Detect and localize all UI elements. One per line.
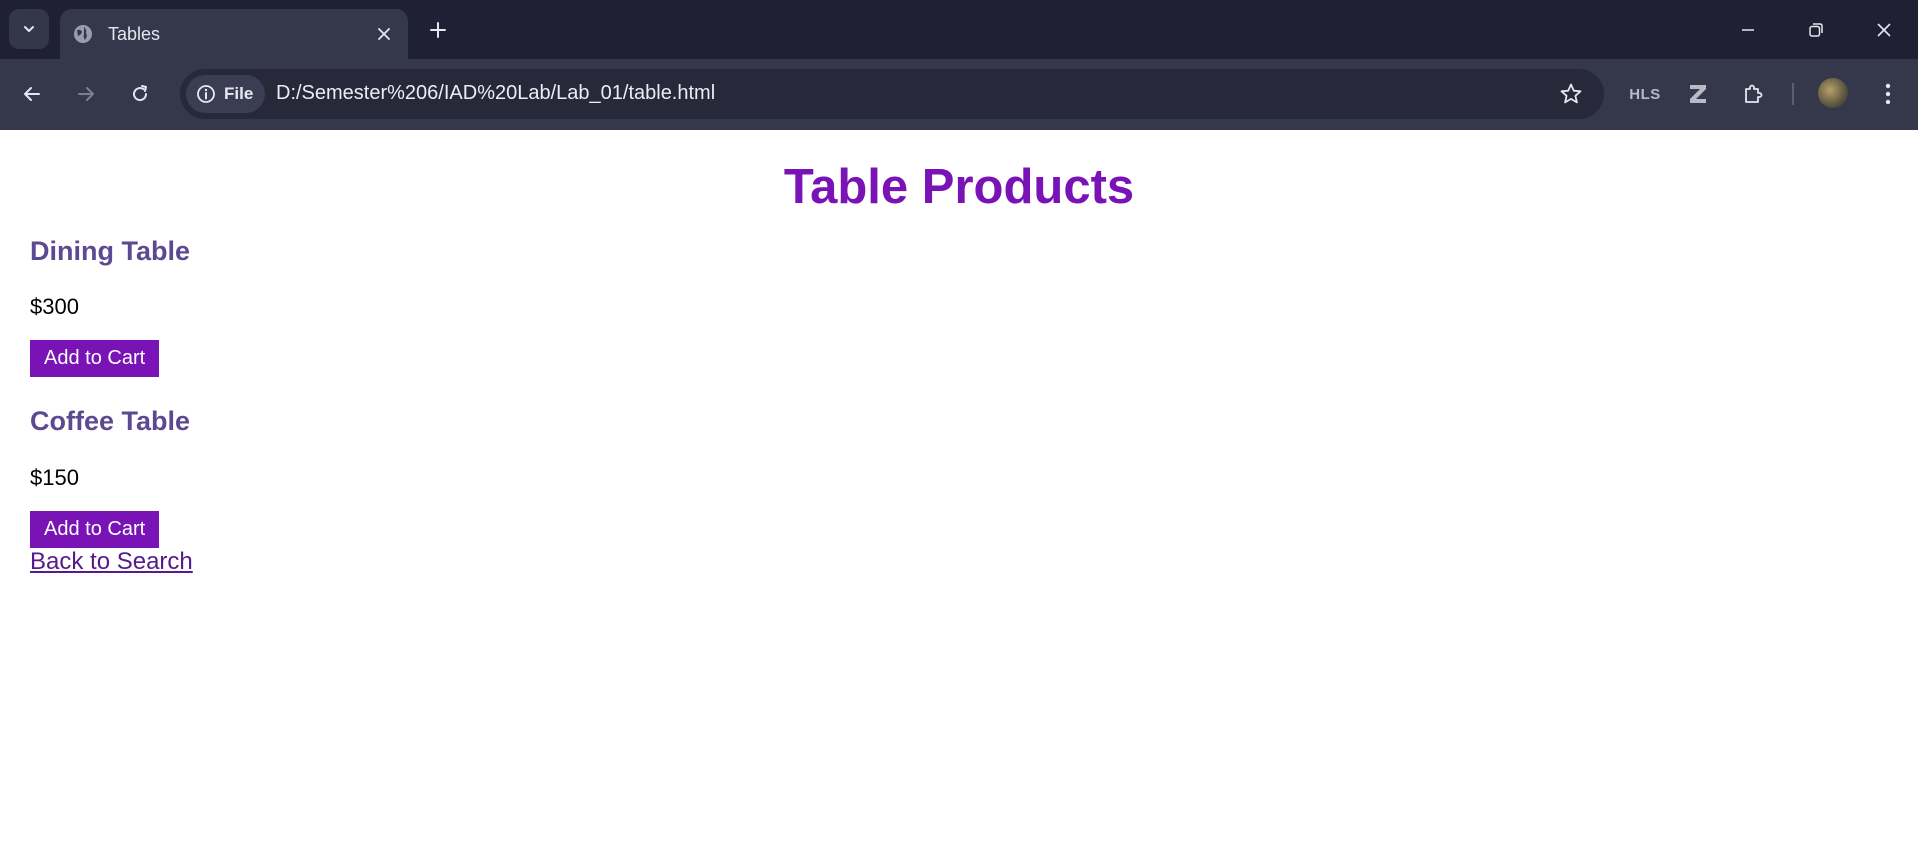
profile-avatar[interactable] — [1818, 78, 1848, 108]
back-to-search-link[interactable]: Back to Search — [30, 548, 193, 576]
info-icon — [197, 85, 215, 103]
product-name: Coffee Table — [30, 406, 191, 436]
address-bar[interactable]: File D:/Semester%206/IAD%20Lab/Lab_01/ta… — [180, 69, 1604, 119]
product-price: $150 — [30, 465, 79, 490]
url-text[interactable]: D:/Semester%206/IAD%20Lab/Lab_01/table.h… — [276, 82, 715, 105]
tab-title: Tables — [108, 23, 161, 44]
product-card-dining-table: Dining Table $300 Add to Cart — [30, 235, 1888, 377]
close-window-icon[interactable] — [1866, 12, 1902, 48]
product-card-coffee-table: Coffee Table $150 Add to Cart — [30, 405, 1888, 548]
minimize-icon[interactable] — [1730, 12, 1766, 48]
hls-extension-button[interactable]: HLS — [1627, 76, 1663, 112]
browser-toolbar: File D:/Semester%206/IAD%20Lab/Lab_01/ta… — [0, 59, 1918, 130]
hls-extension-label: HLS — [1629, 85, 1661, 103]
chevron-down-icon — [24, 26, 34, 32]
add-to-cart-button[interactable]: Add to Cart — [30, 511, 160, 548]
globe-icon — [72, 23, 94, 45]
site-info-chip[interactable]: File — [186, 75, 266, 113]
reload-icon[interactable] — [122, 76, 158, 112]
toolbar-separator — [1792, 83, 1794, 105]
close-tab-icon[interactable] — [372, 22, 396, 46]
product-price: $300 — [30, 294, 79, 319]
restore-icon[interactable] — [1798, 12, 1834, 48]
back-arrow-icon[interactable] — [14, 76, 50, 112]
tab-search-button[interactable] — [9, 9, 49, 49]
kebab-menu-icon[interactable] — [1870, 76, 1906, 112]
forward-arrow-icon[interactable] — [68, 76, 104, 112]
add-to-cart-button[interactable]: Add to Cart — [30, 340, 160, 377]
puzzle-extensions-icon[interactable] — [1735, 76, 1771, 112]
bookmark-star-icon[interactable] — [1558, 81, 1584, 107]
z-extension-icon[interactable] — [1680, 76, 1716, 112]
page-title: Table Products — [783, 160, 1135, 214]
product-name: Dining Table — [30, 236, 190, 266]
site-chip-label: File — [224, 84, 254, 103]
page-content: Table Products Dining Table $300 Add to … — [0, 130, 1918, 853]
new-tab-icon[interactable] — [424, 16, 452, 44]
browser-tab[interactable]: Tables — [60, 9, 408, 59]
browser-tab-strip: Tables — [0, 0, 1918, 59]
